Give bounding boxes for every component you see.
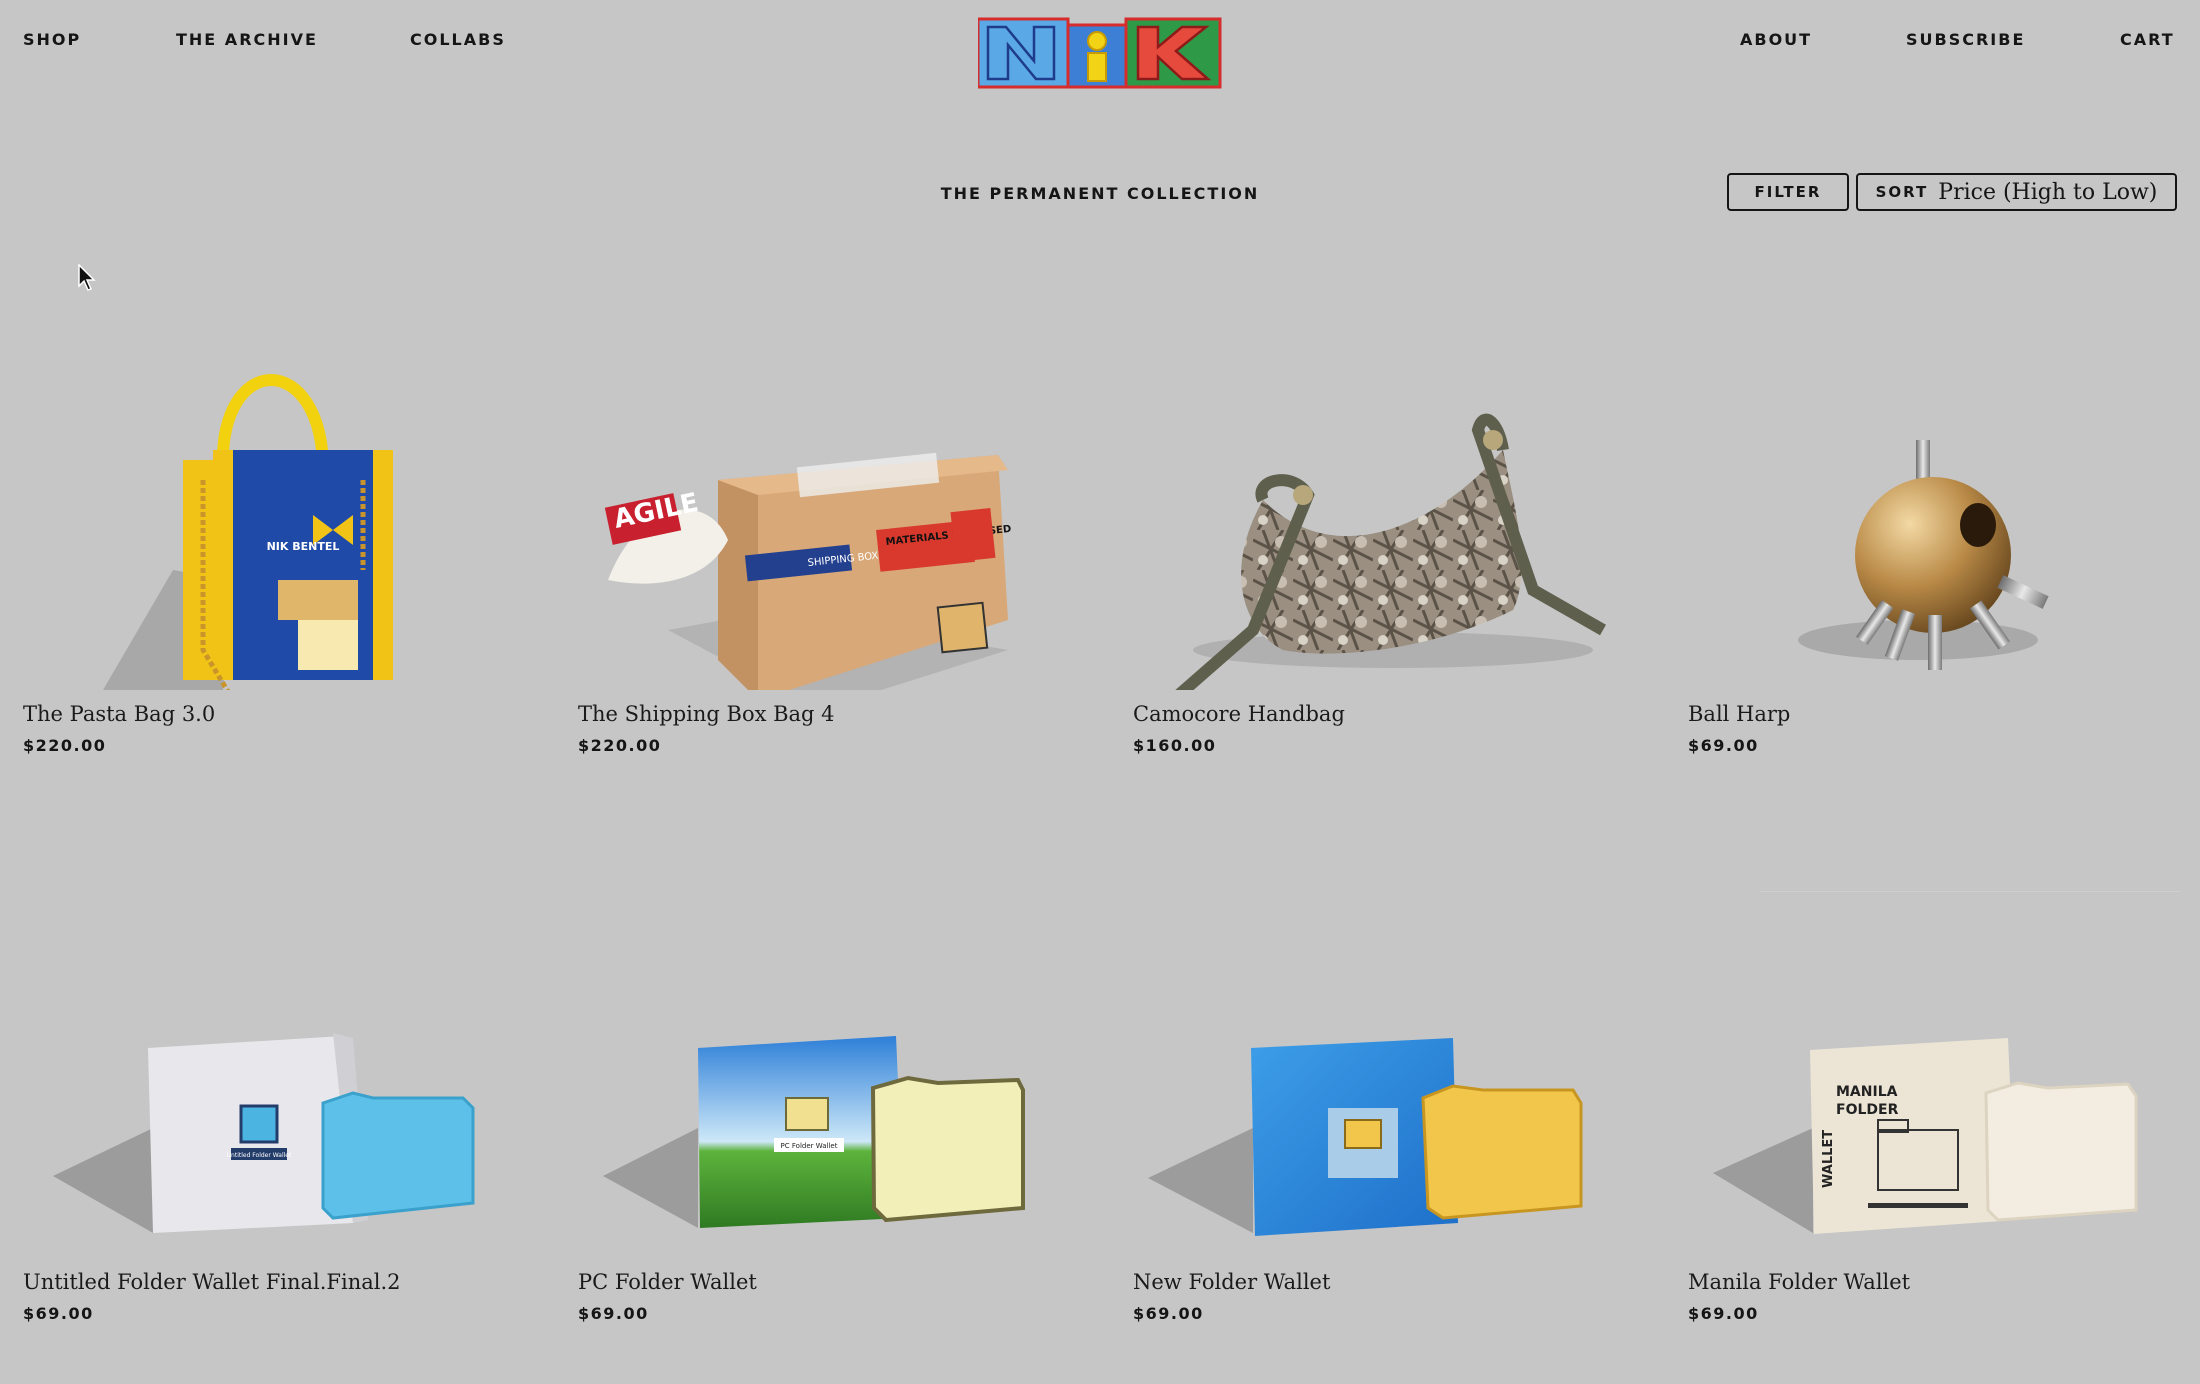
folder-wallet-image: Untitled Folder Wallet	[53, 1033, 475, 1233]
pasta-bag-image: NIK BENTEL	[103, 374, 393, 690]
product-card-new-folder-wallet[interactable]: New Folder Wallet $69.00	[1133, 898, 1653, 1328]
product-card-shipping-box-bag[interactable]: SHIPPING BOX BAG MATERIALS ENCLOSED AGIL…	[578, 330, 1098, 760]
product-name: Camocore Handbag	[1133, 702, 1345, 726]
mouse-pointer-icon	[78, 264, 96, 291]
product-name: Untitled Folder Wallet Final.Final.2	[23, 1270, 401, 1294]
manila-folder-wallet-image: MANILA FOLDER WALLET	[1713, 1038, 2138, 1234]
nik-logo-icon	[976, 17, 1222, 89]
manila-box-line1: MANILA	[1836, 1084, 1898, 1100]
divider	[1760, 891, 2180, 892]
pasta-box-label: NIK BENTEL	[267, 540, 340, 553]
nav-shop[interactable]: SHOP	[23, 30, 81, 49]
sort-value: Price (High to Low)	[1938, 179, 2158, 205]
manila-box-line2: FOLDER	[1836, 1102, 1899, 1118]
product-price: $220.00	[578, 736, 662, 755]
pc-box-label: PC Folder Wallet	[781, 1142, 838, 1150]
product-price: $69.00	[23, 1304, 94, 1323]
product-price: $69.00	[578, 1304, 649, 1323]
manila-box-side: WALLET	[1821, 1130, 1836, 1188]
product-card-pasta-bag[interactable]: NIK BENTEL The Pasta Bag 3.0 $220.00	[23, 330, 543, 760]
nik-logo[interactable]	[976, 17, 1222, 89]
product-price: $220.00	[23, 736, 107, 755]
product-name: The Shipping Box Bag 4	[578, 702, 835, 726]
camo-handbag-image	[1175, 413, 1606, 690]
product-card-untitled-folder-wallet[interactable]: Untitled Folder Wallet Untitled Folder W…	[23, 898, 543, 1328]
untitled-box-label: Untitled Folder Wallet	[227, 1152, 292, 1159]
product-price: $69.00	[1133, 1304, 1204, 1323]
shipping-box-bag-image: SHIPPING BOX BAG MATERIALS ENCLOSED AGIL…	[604, 452, 1012, 690]
product-name: Manila Folder Wallet	[1688, 1270, 1911, 1294]
pc-folder-wallet-image: PC Folder Wallet	[603, 1036, 1025, 1228]
product-name: Ball Harp	[1688, 702, 1791, 726]
product-name: PC Folder Wallet	[578, 1270, 757, 1294]
filter-label: FILTER	[1754, 183, 1822, 201]
nav-collabs[interactable]: COLLABS	[410, 30, 506, 49]
product-price: $69.00	[1688, 1304, 1759, 1323]
nav-subscribe[interactable]: SUBSCRIBE	[1906, 30, 2025, 49]
new-folder-wallet-image	[1148, 1038, 1583, 1236]
product-price: $160.00	[1133, 736, 1217, 755]
product-price: $69.00	[1688, 736, 1759, 755]
product-card-ball-harp[interactable]: Ball Harp $69.00	[1688, 330, 2200, 760]
product-name: The Pasta Bag 3.0	[23, 702, 216, 726]
product-name: New Folder Wallet	[1133, 1270, 1331, 1294]
sort-label: SORT	[1875, 183, 1929, 201]
nav-the-archive[interactable]: THE ARCHIVE	[176, 30, 318, 49]
ball-harp-image	[1798, 440, 2049, 670]
product-card-manila-folder-wallet[interactable]: MANILA FOLDER WALLET Manila Folder Walle…	[1688, 898, 2200, 1328]
product-card-camocore-handbag[interactable]: Camocore Handbag $160.00	[1133, 330, 1653, 760]
nav-about[interactable]: ABOUT	[1740, 30, 1812, 49]
sort-button[interactable]: SORT Price (High to Low)	[1856, 173, 2177, 211]
filter-button[interactable]: FILTER	[1727, 173, 1849, 211]
nav-cart[interactable]: CART	[2120, 30, 2175, 49]
product-card-pc-folder-wallet[interactable]: PC Folder Wallet PC Folder Wallet $69.00	[578, 898, 1098, 1328]
